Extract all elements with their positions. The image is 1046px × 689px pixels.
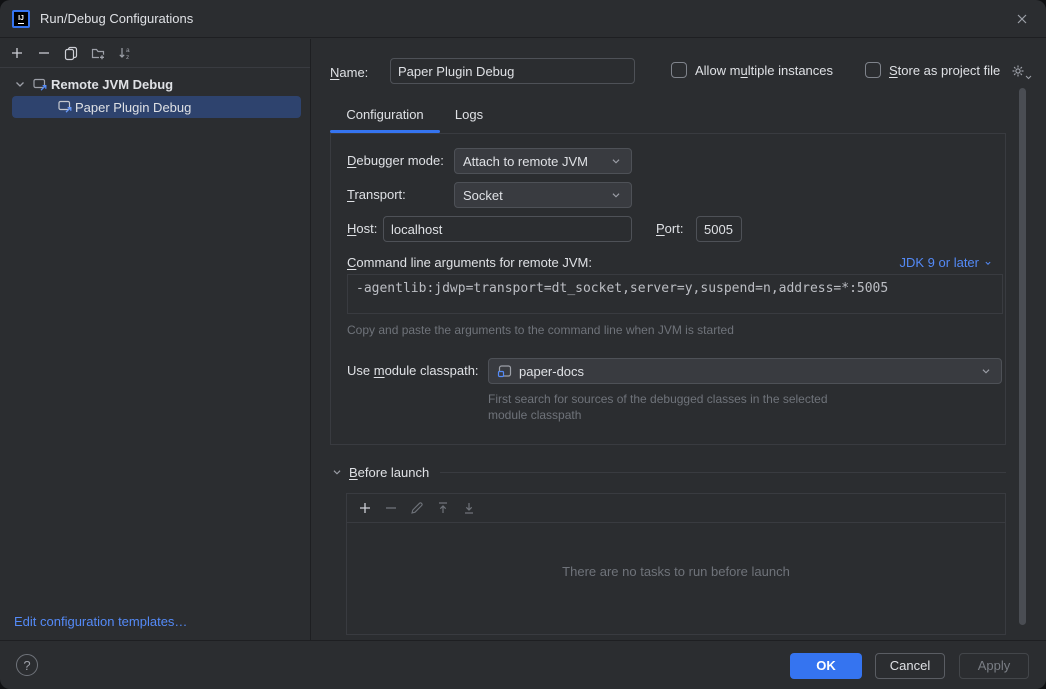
- titlebar: IJ Run/Debug Configurations: [0, 0, 1046, 38]
- section-divider: [440, 472, 1006, 473]
- name-input[interactable]: [390, 58, 635, 84]
- host-label: Host:: [347, 221, 377, 236]
- chevron-down-icon: [330, 465, 344, 479]
- allow-multiple-instances-label: Allow multiple instances: [695, 63, 833, 78]
- run-debug-configurations-dialog: IJ Run/Debug Configurations az: [0, 0, 1046, 689]
- sort-configurations-button[interactable]: az: [114, 43, 135, 64]
- configurations-sidebar: az Remote JVM Debug Paper Plugin Debug E…: [0, 39, 311, 640]
- before-launch-tasks-panel: There are no tasks to run before launch: [346, 493, 1006, 635]
- remote-jvm-debug-icon: [32, 76, 48, 92]
- move-task-down-button[interactable]: [458, 498, 479, 519]
- chevron-down-icon: [609, 188, 623, 202]
- add-icon: [9, 45, 25, 61]
- apply-button: Apply: [959, 653, 1029, 679]
- configuration-editor: Name: Allow multiple instances Store as …: [311, 38, 1046, 640]
- sidebar-toolbar: az: [0, 39, 310, 68]
- module-classpath-select[interactable]: paper-docs: [488, 358, 1002, 384]
- transport-label: Transport:: [347, 187, 406, 202]
- debugger-mode-label: Debugger mode:: [347, 153, 444, 168]
- name-label: Name:: [330, 65, 368, 80]
- copy-icon: [63, 45, 79, 61]
- vertical-scrollbar[interactable]: [1019, 88, 1026, 625]
- debugger-mode-select[interactable]: Attach to remote JVM: [454, 148, 632, 174]
- tab-logs[interactable]: Logs: [440, 100, 498, 133]
- move-task-up-button[interactable]: [432, 498, 453, 519]
- copy-configuration-button[interactable]: [60, 43, 81, 64]
- add-configuration-button[interactable]: [6, 43, 27, 64]
- chevron-down-icon: [609, 154, 623, 168]
- remote-jvm-debug-icon: [57, 98, 73, 117]
- command-line-hint: Copy and paste the arguments to the comm…: [347, 323, 734, 337]
- new-folder-icon: [90, 45, 106, 61]
- remove-icon: [36, 45, 52, 61]
- move-up-icon: [435, 500, 451, 516]
- no-tasks-message: There are no tasks to run before launch: [347, 564, 1005, 579]
- jdk-version-value: JDK 9 or later: [900, 255, 979, 270]
- tree-item-label: Paper Plugin Debug: [75, 100, 191, 115]
- command-line-arguments-label: Command line arguments for remote JVM:: [347, 255, 592, 270]
- debugger-mode-value: Attach to remote JVM: [463, 154, 609, 169]
- module-classpath-hint-line1: First search for sources of the debugged…: [488, 392, 828, 406]
- edit-pencil-icon: [409, 500, 425, 516]
- gear-icon: [1010, 63, 1026, 79]
- help-button[interactable]: ?: [16, 654, 38, 676]
- jdk-version-selector[interactable]: JDK 9 or later: [900, 255, 993, 270]
- cancel-button[interactable]: Cancel: [875, 653, 945, 679]
- store-options-button[interactable]: [1010, 63, 1030, 81]
- transport-select[interactable]: Socket: [454, 182, 632, 208]
- help-question-icon: ?: [23, 658, 30, 673]
- use-module-classpath-label: Use module classpath:: [347, 363, 479, 378]
- module-classpath-hint-line2: module classpath: [488, 408, 581, 422]
- ok-button[interactable]: OK: [790, 653, 862, 679]
- checkbox-icon[interactable]: [671, 62, 687, 78]
- tree-group-remote-jvm-debug[interactable]: Remote JVM Debug: [0, 73, 310, 95]
- remove-task-button[interactable]: [380, 498, 401, 519]
- dialog-title: Run/Debug Configurations: [40, 0, 193, 37]
- remove-configuration-button[interactable]: [33, 43, 54, 64]
- checkbox-icon[interactable]: [865, 62, 881, 78]
- before-launch-section-header[interactable]: Before launch: [330, 464, 1006, 480]
- before-launch-label: Before launch: [349, 465, 429, 480]
- new-folder-button[interactable]: [87, 43, 108, 64]
- add-task-button[interactable]: [354, 498, 375, 519]
- tree-item-paper-plugin-debug[interactable]: Paper Plugin Debug: [12, 96, 301, 118]
- command-line-arguments-field[interactable]: -agentlib:jdwp=transport=dt_socket,serve…: [347, 274, 1003, 314]
- edit-configuration-templates-link[interactable]: Edit configuration templates…: [14, 614, 187, 629]
- move-down-icon: [461, 500, 477, 516]
- chevron-down-icon: [1025, 68, 1032, 83]
- transport-value: Socket: [463, 188, 609, 203]
- store-as-project-file-checkbox[interactable]: Store as project file: [865, 62, 1000, 78]
- chevron-down-icon: [979, 364, 993, 378]
- sort-alphabetically-icon: az: [117, 45, 133, 61]
- tree-group-label: Remote JVM Debug: [51, 77, 173, 92]
- module-icon: [497, 363, 513, 379]
- svg-text:z: z: [126, 54, 129, 61]
- dialog-footer: ? OK Cancel Apply: [0, 640, 1046, 689]
- chevron-down-icon: [983, 258, 993, 268]
- tasks-toolbar: [347, 494, 1005, 523]
- close-button[interactable]: [1010, 7, 1034, 31]
- port-input[interactable]: [696, 216, 742, 242]
- add-icon: [357, 500, 373, 516]
- remove-icon: [383, 500, 399, 516]
- store-as-project-file-label: Store as project file: [889, 63, 1000, 78]
- configuration-form: Debugger mode: Attach to remote JVM Tran…: [330, 133, 1006, 445]
- tab-configuration[interactable]: Configuration: [330, 100, 440, 133]
- intellij-logo-text: IJ: [18, 15, 24, 24]
- close-icon: [1015, 12, 1029, 26]
- edit-task-button[interactable]: [406, 498, 427, 519]
- chevron-down-icon[interactable]: [12, 76, 28, 92]
- host-input[interactable]: [383, 216, 632, 242]
- intellij-logo-icon: IJ: [12, 10, 30, 28]
- port-label: Port:: [656, 221, 683, 236]
- allow-multiple-instances-checkbox[interactable]: Allow multiple instances: [671, 62, 833, 78]
- module-classpath-value: paper-docs: [519, 364, 973, 379]
